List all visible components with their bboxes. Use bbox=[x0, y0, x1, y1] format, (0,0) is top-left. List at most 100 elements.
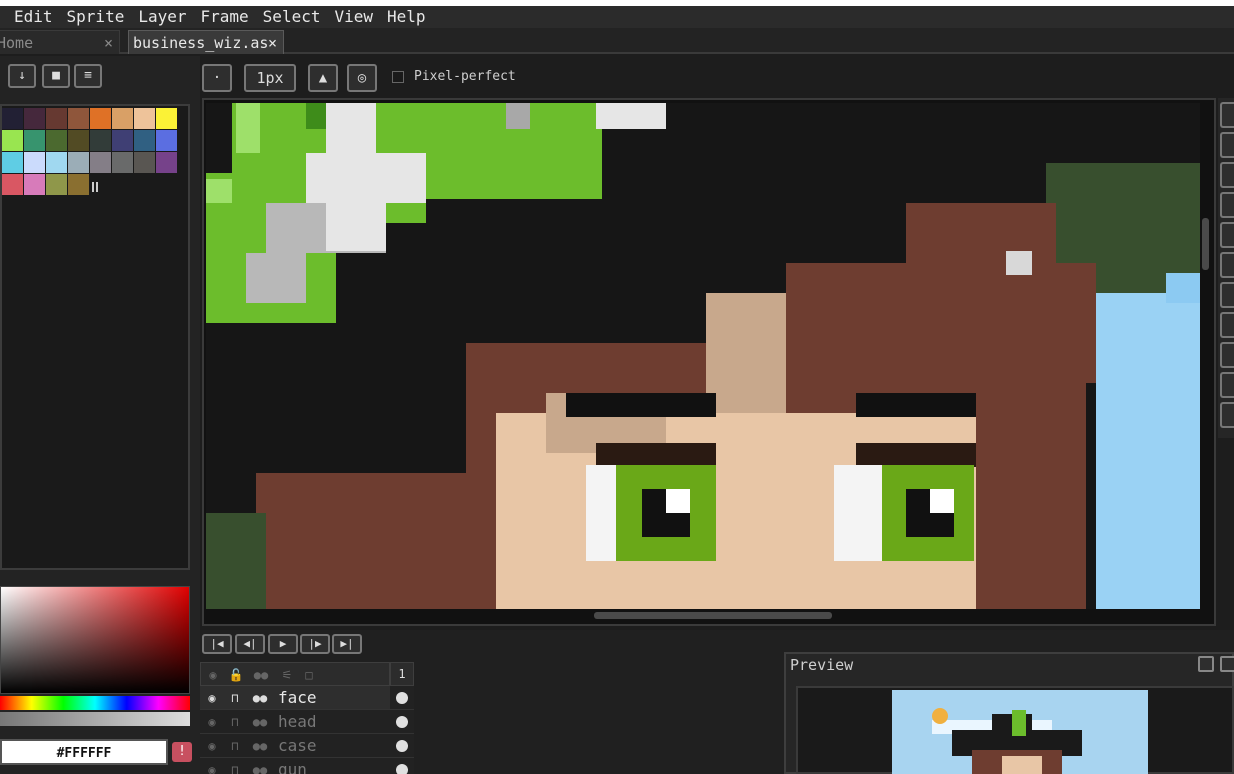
menu-select[interactable]: Select bbox=[263, 6, 321, 28]
palette-swatch[interactable] bbox=[46, 152, 67, 173]
palette-swatch[interactable] bbox=[112, 108, 133, 129]
tab-close-icon[interactable]: × bbox=[268, 31, 277, 55]
palette-swatch[interactable] bbox=[90, 108, 111, 129]
menu-view[interactable]: View bbox=[334, 6, 373, 28]
frame-loop-icon[interactable]: □ bbox=[299, 665, 319, 685]
play-icon[interactable]: ▶ bbox=[268, 634, 298, 654]
line-tool-icon[interactable] bbox=[1220, 312, 1234, 338]
layer-row-case[interactable]: ◉ ⊓ ●● case bbox=[200, 734, 390, 758]
palette-swatch[interactable] bbox=[134, 152, 155, 173]
palette-swatch[interactable] bbox=[112, 130, 133, 151]
menu-frame[interactable]: Frame bbox=[201, 6, 249, 28]
palette-swatch[interactable] bbox=[46, 130, 67, 151]
palette-swatch[interactable] bbox=[156, 152, 177, 173]
palette-swatch[interactable] bbox=[156, 108, 177, 129]
horizontal-scrollbar[interactable] bbox=[594, 612, 832, 619]
menu-layer[interactable]: Layer bbox=[138, 6, 186, 28]
palette-menu-icon[interactable]: ≡ bbox=[74, 64, 102, 88]
first-frame-icon[interactable]: |◀ bbox=[202, 634, 232, 654]
palette-swatch[interactable] bbox=[24, 174, 45, 195]
cel-case[interactable] bbox=[390, 734, 414, 758]
eye-icon[interactable]: ◉ bbox=[202, 712, 222, 732]
palette-swatch[interactable] bbox=[46, 174, 67, 195]
eyedropper-tool-icon[interactable] bbox=[1220, 192, 1234, 218]
layer-row-face[interactable]: ◉ ⊓ ●● face bbox=[200, 686, 390, 710]
link-icon[interactable]: ●● bbox=[250, 760, 270, 774]
lock-icon[interactable]: ⊓ bbox=[225, 712, 245, 732]
marquee-tool-icon[interactable] bbox=[1220, 102, 1234, 128]
color-replace-icon[interactable]: ◎ bbox=[347, 64, 377, 92]
palette-swatch[interactable] bbox=[90, 152, 111, 173]
palette-swatch[interactable] bbox=[68, 174, 89, 195]
lock-icon[interactable]: ⊓ bbox=[225, 688, 245, 708]
color-picker-field[interactable] bbox=[0, 586, 190, 694]
ink-bucket-icon[interactable]: ▲ bbox=[308, 64, 338, 92]
onion-skin-icon[interactable]: ⚟ bbox=[277, 665, 297, 685]
palette-swatch[interactable] bbox=[134, 108, 155, 129]
eraser-tool-icon[interactable] bbox=[1220, 162, 1234, 188]
lock-header-icon[interactable]: 🔓 bbox=[226, 665, 246, 685]
download-icon[interactable]: ↓ bbox=[8, 64, 36, 88]
next-frame-icon[interactable]: |▶ bbox=[300, 634, 330, 654]
palette-swatch[interactable] bbox=[24, 152, 45, 173]
preview-maximize-icon[interactable] bbox=[1198, 656, 1214, 672]
rectangle-tool-icon[interactable] bbox=[1220, 342, 1234, 368]
palette-swatch[interactable] bbox=[112, 152, 133, 173]
fill-tool-icon[interactable] bbox=[1220, 282, 1234, 308]
previous-frame-icon[interactable]: ◀| bbox=[235, 634, 265, 654]
palette-swatch[interactable] bbox=[2, 152, 23, 173]
save-palette-icon[interactable]: ■ bbox=[42, 64, 70, 88]
brush-type-icon[interactable]: · bbox=[202, 64, 232, 92]
palette-swatch[interactable] bbox=[24, 108, 45, 129]
smudge-tool-icon[interactable] bbox=[1220, 402, 1234, 428]
eye-icon[interactable]: ◉ bbox=[202, 688, 222, 708]
visibility-header-icon[interactable]: ◉ bbox=[203, 665, 223, 685]
palette-resize-handle[interactable] bbox=[92, 182, 98, 192]
cel-head[interactable] bbox=[390, 710, 414, 734]
move-tool-icon[interactable] bbox=[1220, 252, 1234, 278]
ellipse-tool-icon[interactable] bbox=[1220, 372, 1234, 398]
zoom-tool-icon[interactable] bbox=[1220, 222, 1234, 248]
tab-home[interactable]: Home × bbox=[0, 30, 120, 54]
cel-face[interactable] bbox=[390, 686, 414, 710]
tab-business-wiz[interactable]: business_wiz.as × bbox=[128, 30, 284, 54]
menu-sprite[interactable]: Sprite bbox=[67, 6, 125, 28]
pencil-tool-icon[interactable] bbox=[1220, 132, 1234, 158]
palette-swatch[interactable] bbox=[68, 152, 89, 173]
layer-row-head[interactable]: ◉ ⊓ ●● head bbox=[200, 710, 390, 734]
eye-icon[interactable]: ◉ bbox=[202, 760, 222, 774]
link-icon[interactable]: ●● bbox=[250, 736, 270, 756]
palette-swatch[interactable] bbox=[156, 130, 177, 151]
palette-swatch[interactable] bbox=[2, 130, 23, 151]
palette-swatch[interactable] bbox=[2, 108, 23, 129]
brush-size-field[interactable]: 1px bbox=[244, 64, 296, 92]
palette-swatch[interactable] bbox=[24, 130, 45, 151]
last-frame-icon[interactable]: ▶| bbox=[332, 634, 362, 654]
alpha-slider[interactable] bbox=[0, 712, 190, 726]
pixel-perfect-checkbox[interactable] bbox=[392, 71, 404, 83]
menu-edit[interactable]: Edit bbox=[14, 6, 53, 28]
palette-swatch[interactable] bbox=[68, 108, 89, 129]
vertical-scrollbar[interactable] bbox=[1202, 218, 1209, 270]
menu-help[interactable]: Help bbox=[387, 6, 426, 28]
palette-swatch[interactable] bbox=[134, 130, 155, 151]
cel-gun[interactable] bbox=[390, 758, 414, 774]
link-icon[interactable]: ●● bbox=[250, 688, 270, 708]
palette-swatch[interactable] bbox=[46, 108, 67, 129]
lock-icon[interactable]: ⊓ bbox=[225, 760, 245, 774]
sprite-canvas[interactable] bbox=[206, 103, 1200, 609]
lock-icon[interactable]: ⊓ bbox=[225, 736, 245, 756]
warning-icon[interactable]: ! bbox=[172, 742, 192, 762]
hue-slider[interactable] bbox=[0, 696, 190, 710]
palette-swatch[interactable] bbox=[68, 130, 89, 151]
eye-icon[interactable]: ◉ bbox=[202, 736, 222, 756]
hex-color-input[interactable]: #FFFFFF bbox=[0, 739, 168, 765]
palette-swatch[interactable] bbox=[2, 174, 23, 195]
continuous-header-icon[interactable]: ●● bbox=[251, 665, 271, 685]
link-icon[interactable]: ●● bbox=[250, 712, 270, 732]
palette-swatch[interactable] bbox=[90, 130, 111, 151]
layer-row-gun[interactable]: ◉ ⊓ ●● gun bbox=[200, 758, 390, 774]
tab-close-icon[interactable]: × bbox=[104, 31, 113, 55]
preview-play-icon[interactable] bbox=[1220, 656, 1234, 672]
frame-number[interactable]: 1 bbox=[390, 662, 414, 686]
